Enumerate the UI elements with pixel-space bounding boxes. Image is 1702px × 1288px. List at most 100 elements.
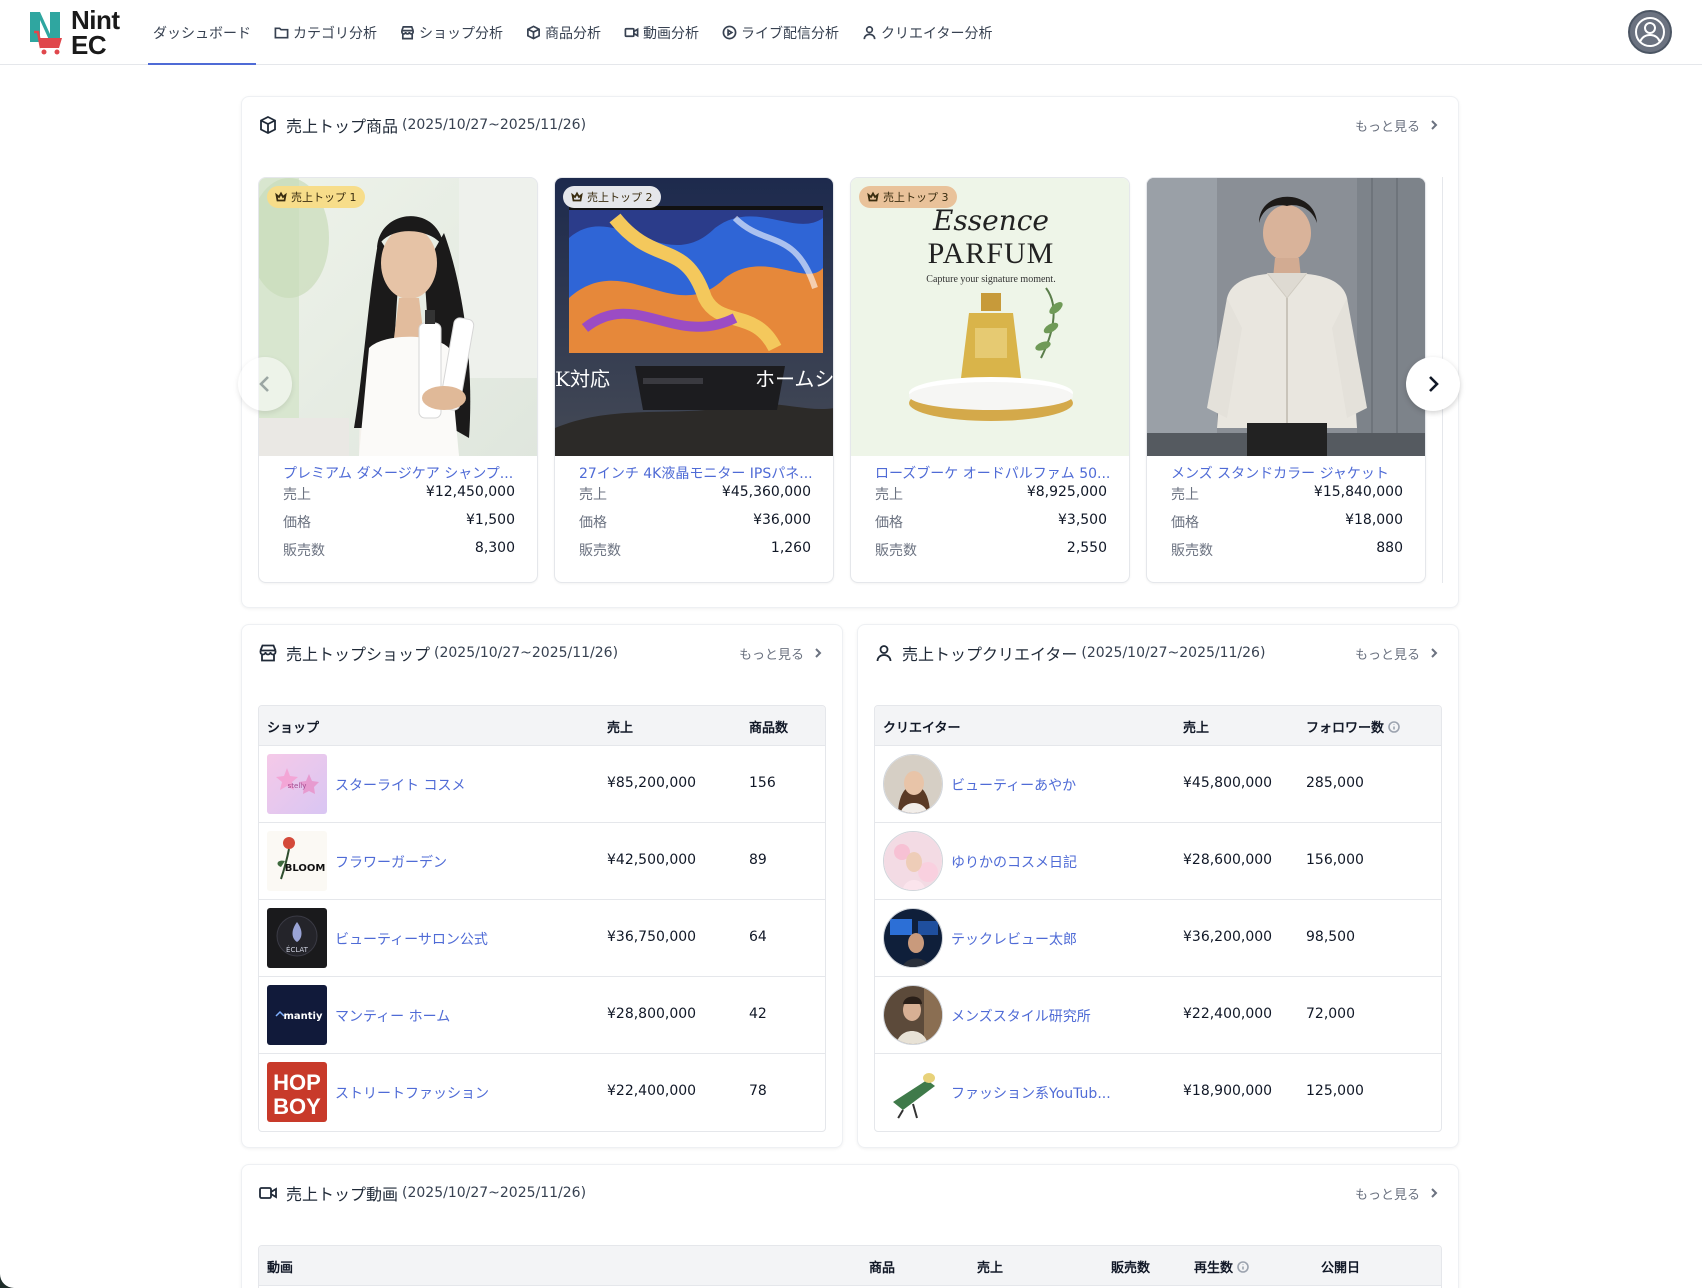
creator-avatar	[883, 754, 943, 814]
nav-label: ダッシュボード	[153, 25, 251, 42]
image-script-text: Essence	[932, 204, 1049, 237]
chevron-right-icon	[1429, 376, 1439, 392]
sales-row: 売上 ¥15,840,000	[1171, 484, 1403, 504]
product-card[interactable]: Essence PARFUM Capture your signature mo…	[850, 177, 1130, 583]
product-image	[1147, 178, 1425, 456]
videos-more-link[interactable]: もっと見る	[1355, 1181, 1440, 1205]
table-row[interactable]: ビューティーあやか ¥45,800,000 285,000	[875, 746, 1441, 823]
product-name-link[interactable]: メンズ スタンドカラー ジャケット	[1171, 463, 1407, 483]
qty-value: 2,550	[1066, 540, 1107, 556]
creators-more-link[interactable]: もっと見る	[1355, 641, 1440, 665]
sales-label: 売上	[579, 487, 607, 503]
shops-more-link[interactable]: もっと見る	[739, 641, 824, 665]
col-sales: 売上	[977, 1261, 1004, 1276]
nav-live-analysis[interactable]: ライブ配信分析	[717, 0, 844, 65]
shop-sales: ¥42,500,000	[607, 852, 697, 868]
panel-heading: 売上トップクリエイター	[902, 645, 1078, 664]
product-image: K対応 ホームシ 売上トップ 2	[555, 178, 834, 456]
nav-category-analysis[interactable]: カテゴリ分析	[269, 0, 382, 65]
nav-shop-analysis[interactable]: ショップ分析	[395, 0, 508, 65]
user-icon	[876, 645, 892, 662]
image-sub-text: Capture your signature moment.	[926, 274, 1055, 285]
qty-value: 1,260	[770, 540, 811, 556]
col-followers-label: フォロワー数	[1306, 721, 1385, 736]
table-row[interactable]: HOP BOY ストリートファッション ¥22,400,000 78	[259, 1054, 825, 1131]
more-label: もっと見る	[1354, 119, 1420, 135]
qty-row: 販売数 1,260	[579, 540, 811, 560]
table-header: 動画 商品 売上 販売数 再生数 公開日	[259, 1246, 1441, 1286]
col-count: 商品数	[749, 721, 789, 736]
nav-video-analysis[interactable]: 動画分析	[619, 0, 704, 65]
price-value: ¥18,000	[1345, 512, 1403, 528]
price-row: 価格 ¥3,500	[875, 512, 1107, 532]
product-name-link[interactable]: 27インチ 4K液晶モニター IPSパネ...	[579, 463, 815, 483]
box-icon	[527, 25, 540, 40]
chevron-right-icon	[1431, 120, 1438, 130]
creator-name-link[interactable]: ファッション系YouTub...	[951, 1083, 1111, 1103]
carousel-prev-button[interactable]	[238, 357, 292, 411]
creator-name-link[interactable]: テックレビュー太郎	[951, 929, 1077, 949]
creator-followers: 98,500	[1306, 929, 1355, 945]
top-header: Nint EC ダッシュボード カテゴリ分析 ショップ分析 商品分析 動画分析 …	[0, 0, 1702, 65]
product-card[interactable]: メンズ スタンドカラー ジャケット 売上 ¥15,840,000 価格 ¥18,…	[1146, 177, 1426, 583]
shop-name-link[interactable]: ストリートファッション	[335, 1083, 489, 1103]
svg-text:mantiy: mantiy	[283, 1011, 322, 1022]
nav-dashboard[interactable]: ダッシュボード	[148, 0, 256, 65]
shop-name-link[interactable]: スターライト コスメ	[335, 775, 465, 795]
top-creators-panel: 売上トップクリエイター (2025/10/27~2025/11/26) もっと見…	[857, 624, 1459, 1148]
sales-row: 売上 ¥45,360,000	[579, 484, 811, 504]
info-icon[interactable]	[1388, 720, 1400, 733]
user-avatar[interactable]	[1628, 10, 1672, 54]
shop-name-link[interactable]: フラワーガーデン	[335, 852, 447, 872]
monitor-image: K対応 ホームシ	[555, 178, 834, 456]
shop-name-link[interactable]: ビューティーサロン公式	[335, 929, 488, 949]
svg-text:ÉCLAT: ÉCLAT	[286, 945, 309, 954]
product-carousel: 売上トップ 1 プレミアム ダメージケア シャンプ... 売上 ¥12,450,…	[258, 177, 1458, 589]
crown-icon	[275, 191, 287, 202]
shop-logo: ÉCLAT	[267, 908, 327, 968]
box-icon	[260, 115, 276, 135]
nav-label: クリエイター分析	[881, 25, 993, 42]
creator-followers: 156,000	[1306, 852, 1364, 868]
table-row[interactable]: ゆりかのコスメ日記 ¥28,600,000 156,000	[875, 823, 1441, 900]
creator-name-link[interactable]: ゆりかのコスメ日記	[951, 852, 1077, 872]
table-row[interactable]: ファッション系YouTub... ¥18,900,000 125,000	[875, 1054, 1441, 1131]
user-icon	[863, 26, 876, 40]
svg-text:stelly: stelly	[288, 782, 307, 790]
shop-name-link[interactable]: マンティー ホーム	[335, 1006, 450, 1026]
table-row[interactable]: mantiy マンティー ホーム ¥28,800,000 42	[259, 977, 825, 1054]
more-label: もっと見る	[1354, 1187, 1420, 1203]
date-range: (2025/10/27~2025/11/26)	[402, 117, 587, 133]
product-card[interactable]: 売上トップ 1 プレミアム ダメージケア シャンプ... 売上 ¥12,450,…	[258, 177, 538, 583]
creator-name-link[interactable]: メンズスタイル研究所	[951, 1006, 1091, 1026]
date-range: (2025/10/27~2025/11/26)	[434, 645, 619, 661]
table-row[interactable]: ÉCLAT ビューティーサロン公式 ¥36,750,000 64	[259, 900, 825, 977]
rank-label: 売上トップ 2	[587, 191, 653, 204]
nav-label: ライブ配信分析	[741, 25, 839, 42]
nav-product-analysis[interactable]: 商品分析	[521, 0, 606, 65]
price-value: ¥1,500	[466, 512, 515, 528]
nav-label: カテゴリ分析	[293, 25, 377, 42]
carousel-next-button[interactable]	[1406, 357, 1460, 411]
creator-name-link[interactable]: ビューティーあやか	[951, 775, 1076, 795]
qty-label: 販売数	[283, 543, 325, 559]
nint-ec-logo[interactable]: Nint EC	[28, 7, 128, 58]
product-card[interactable]: K対応 ホームシ 売上トップ 2 27インチ 4K液晶モニター IPSパネ...…	[554, 177, 834, 583]
jacket-model-image	[1147, 178, 1425, 456]
image-text-right: ホームシ	[755, 367, 834, 391]
top-products-panel: 売上トップ商品 (2025/10/27~2025/11/26) もっと見る 売上…	[238, 96, 1460, 608]
products-more-link[interactable]: もっと見る	[1355, 113, 1440, 137]
table-row[interactable]: テックレビュー太郎 ¥36,200,000 98,500	[875, 900, 1441, 977]
table-row[interactable]: メンズスタイル研究所 ¥22,400,000 72,000	[875, 977, 1441, 1054]
info-icon[interactable]	[1237, 1260, 1249, 1273]
sales-label: 売上	[283, 487, 311, 503]
creator-avatar	[883, 1062, 943, 1122]
col-date: 公開日	[1321, 1261, 1361, 1276]
product-name-link[interactable]: プレミアム ダメージケア シャンプ...	[283, 463, 519, 483]
nav-creator-analysis[interactable]: クリエイター分析	[857, 0, 997, 65]
shop-sales: ¥85,200,000	[607, 775, 697, 791]
table-row[interactable]: BLOOM フラワーガーデン ¥42,500,000 89	[259, 823, 825, 900]
product-name-link[interactable]: ローズブーケ オードパルファム 50...	[875, 463, 1111, 483]
table-row[interactable]: stelly スターライト コスメ ¥85,200,000 156	[259, 746, 825, 823]
creator-sales: ¥45,800,000	[1183, 775, 1273, 791]
